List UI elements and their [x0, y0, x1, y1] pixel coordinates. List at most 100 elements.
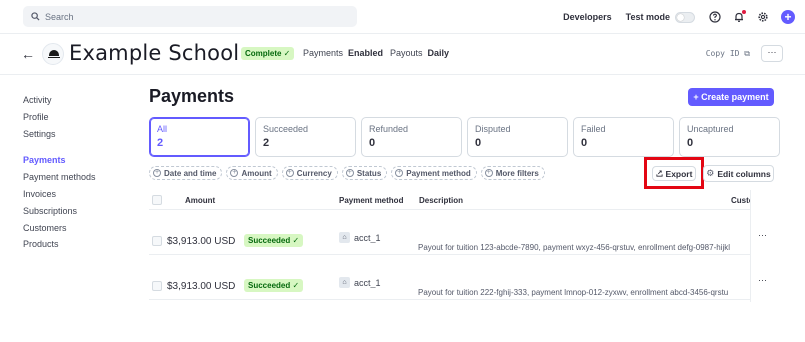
create-payment-button[interactable]: + Create payment [688, 88, 774, 106]
row-actions-menu-button[interactable]: ··· [758, 275, 767, 285]
plus-circle-icon: + [395, 169, 404, 177]
payments-value: Enabled [348, 48, 384, 58]
account-name: Example School [69, 41, 240, 65]
column-header-amount[interactable]: Amount [185, 196, 215, 205]
row-description: Payout for tuition 123-abcde-7890, payme… [418, 243, 731, 252]
payments-label: Payments [303, 48, 344, 58]
table-header: Amount Payment method Description Custo [149, 190, 772, 210]
search-bar[interactable] [23, 6, 357, 27]
row-actions-menu-button[interactable]: ··· [758, 230, 767, 240]
status-badge: Succeeded ✓ [244, 279, 304, 292]
tab-disputed[interactable]: Disputed 0 [467, 117, 568, 157]
filter-date-and-time[interactable]: + Date and time [149, 166, 223, 180]
bank-icon: ⌂ [339, 277, 350, 288]
help-icon[interactable] [709, 11, 721, 23]
back-arrow-icon[interactable]: ← [21, 47, 35, 61]
sidebar-item-activity[interactable]: Activity [23, 92, 133, 109]
quick-create-plus-icon[interactable]: + [781, 10, 795, 24]
payouts-label: Payouts [390, 48, 423, 58]
notification-dot [742, 10, 746, 14]
sidebar-item-products[interactable]: Products [23, 236, 133, 253]
sidebar-item-payments[interactable]: Payments [23, 152, 133, 169]
tab-all[interactable]: All 2 [149, 117, 250, 157]
tab-label: Uncaptured [687, 124, 734, 134]
filter-amount[interactable]: + Amount [226, 166, 278, 180]
plus-circle-icon: + [230, 169, 239, 177]
tab-count: 2 [263, 137, 270, 149]
table-row[interactable]: $3,913.00 USD Succeeded ✓ ⌂ acct_1I Payou… [149, 255, 772, 300]
tab-count: 0 [687, 137, 694, 149]
copy-id-label: Copy ID [705, 49, 740, 58]
sidebar-item-invoices[interactable]: Invoices [23, 186, 133, 203]
row-description: Payout for tuition 222-fghij-333, paymen… [418, 288, 729, 297]
school-logo [42, 43, 64, 65]
tab-label: Refunded [369, 124, 409, 134]
tab-label: All [157, 124, 168, 134]
edit-columns-label: Edit columns [717, 168, 771, 179]
tab-count: 0 [369, 137, 376, 149]
tab-count: 2 [157, 137, 164, 149]
tab-failed[interactable]: Failed 0 [573, 117, 674, 157]
plus-circle-icon: + [153, 169, 161, 177]
status-filter-tabs: All 2 Succeeded 2 Refunded 0 Disputed 0 Fail… [149, 117, 785, 157]
test-mode-toggle[interactable]: Test mode [625, 11, 695, 23]
gear-icon[interactable] [757, 11, 769, 23]
search-input[interactable] [45, 11, 345, 22]
column-header-description[interactable]: Description [419, 196, 463, 205]
table-row[interactable]: $3,913.00 USD Succeeded ✓ ⌂ acct_1I Payou… [149, 210, 772, 255]
payments-status: Payments Enabled [303, 48, 383, 58]
filter-label: Currency [296, 168, 332, 178]
copy-id-button[interactable]: Copy ID ⧉ [706, 49, 750, 59]
row-amount: $3,913.00 USD [167, 281, 236, 292]
bell-icon[interactable] [733, 10, 746, 23]
payments-table: Amount Payment method Description Custo … [149, 190, 772, 300]
column-header-payment-method[interactable]: Payment method [339, 196, 403, 205]
complete-status-badge: Complete ✓ [241, 47, 295, 60]
account-sidebar: Activity Profile Settings Payments Payme… [23, 92, 133, 253]
filter-payment-method[interactable]: + Payment method [391, 166, 477, 180]
row-payment-method: ⌂ acct_1I [339, 277, 381, 288]
copy-icon: ⧉ [744, 49, 750, 58]
plus-circle-icon: + [484, 169, 493, 177]
export-highlight-box: Export [644, 157, 704, 189]
sidebar-item-profile[interactable]: Profile [23, 109, 133, 126]
tab-uncaptured[interactable]: Uncaptured 0 [679, 117, 780, 157]
plus-circle-icon: + [285, 169, 294, 177]
sidebar-item-payment-methods[interactable]: Payment methods [23, 169, 133, 186]
sidebar-item-subscriptions[interactable]: Subscriptions [23, 203, 133, 220]
tab-refunded[interactable]: Refunded 0 [361, 117, 462, 157]
sidebar-item-customers[interactable]: Customers [23, 220, 133, 237]
status-badge: Succeeded ✓ [244, 234, 304, 247]
filter-more-filters[interactable]: + More filters [480, 166, 545, 180]
tab-succeeded[interactable]: Succeeded 2 [255, 117, 356, 157]
tab-label: Disputed [475, 124, 511, 134]
tab-count: 0 [475, 137, 482, 149]
row-checkbox[interactable] [152, 281, 162, 291]
edit-columns-button[interactable]: ⚙ Edit columns [703, 165, 774, 182]
filter-label: More filters [495, 168, 539, 178]
filter-status[interactable]: + Status [341, 166, 388, 180]
more-actions-button[interactable]: ··· [761, 45, 783, 62]
filter-label: Payment method [406, 168, 471, 178]
developers-link[interactable]: Developers [563, 12, 612, 22]
page-title: Payments [149, 86, 235, 106]
gear-icon: ⚙ [706, 168, 715, 178]
plus-circle-icon: + [345, 169, 354, 177]
filter-label: Amount [241, 168, 272, 178]
select-all-checkbox[interactable] [152, 195, 162, 205]
toggle-switch[interactable] [675, 11, 695, 23]
bank-icon: ⌂ [339, 232, 350, 243]
payment-method-text: acct_1I [354, 277, 381, 288]
row-payment-method: ⌂ acct_1I [339, 232, 381, 243]
sidebar-item-settings[interactable]: Settings [23, 126, 133, 143]
row-amount: $3,913.00 USD [167, 236, 236, 247]
test-mode-label: Test mode [625, 12, 670, 22]
export-button[interactable]: Export [652, 166, 696, 181]
payouts-status: Payouts Daily [390, 48, 449, 58]
account-header: ← Example School Complete ✓ Payments Ena… [0, 35, 805, 75]
row-checkbox[interactable] [152, 236, 162, 246]
payment-method-text: acct_1I [354, 232, 381, 243]
filter-label: Date and time [164, 168, 217, 178]
export-label: Export [665, 168, 693, 179]
filter-currency[interactable]: + Currency [281, 166, 338, 180]
